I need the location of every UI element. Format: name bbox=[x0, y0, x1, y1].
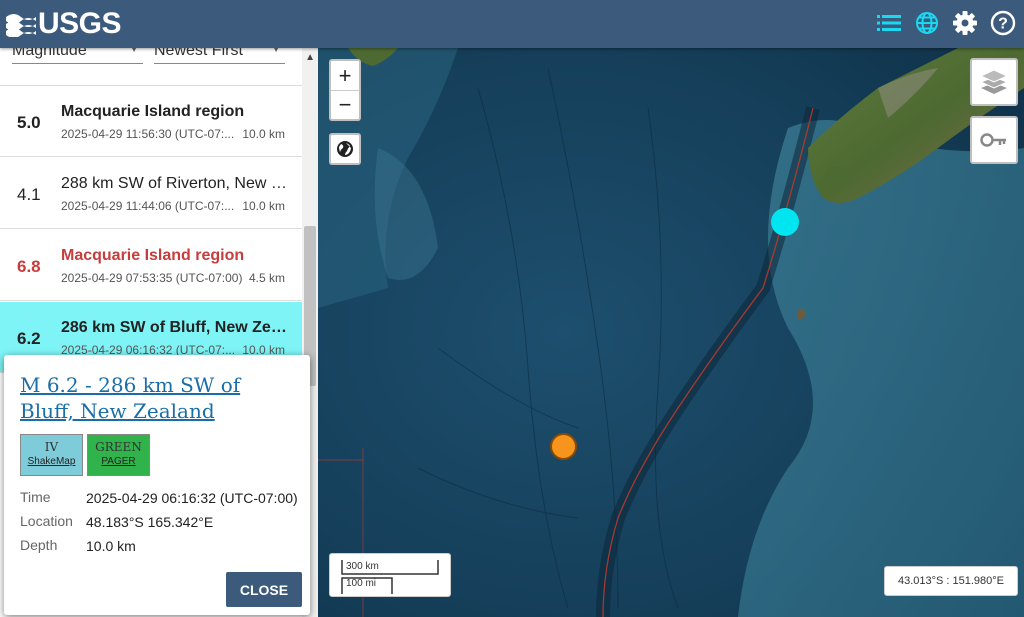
usgs-wave-icon bbox=[6, 14, 36, 37]
sort-controls: Magnitude ▼ Newest First ▼ bbox=[0, 48, 302, 86]
help-icon[interactable]: ? bbox=[988, 8, 1018, 38]
layers-icon bbox=[980, 69, 1008, 94]
depth-value: 10.0 km bbox=[86, 538, 136, 554]
event-time: 2025-04-29 07:53:35 (UTC-07:00) bbox=[61, 271, 243, 285]
time-value: 2025-04-29 06:16:32 (UTC-07:00) bbox=[86, 490, 298, 506]
zoom-in-button[interactable]: + bbox=[331, 61, 359, 90]
event-detail-link[interactable]: M 6.2 - 286 km SW of Bluff, New Zealand bbox=[20, 372, 300, 424]
scroll-up-arrow-icon[interactable]: ▲ bbox=[305, 52, 315, 63]
event-magnitude: 6.2 bbox=[17, 329, 41, 348]
event-magnitude: 6.8 bbox=[17, 257, 41, 276]
legend-key-button[interactable] bbox=[970, 116, 1018, 164]
scale-km: 300 km bbox=[346, 561, 379, 572]
event-title: 288 km SW of Riverton, New Zealand bbox=[61, 175, 289, 192]
cursor-coordinates: 43.013°S : 151.980°E bbox=[884, 566, 1018, 596]
time-label: Time bbox=[20, 489, 51, 505]
event-magnitude: 4.1 bbox=[17, 185, 41, 204]
event-time: 2025-04-29 11:44:06 (UTC-07:... bbox=[61, 199, 235, 213]
pager-badge[interactable]: GREEN PAGER bbox=[87, 434, 150, 476]
location-value: 48.183°S 165.342°E bbox=[86, 514, 214, 530]
event-magnitude: 5.0 bbox=[17, 113, 41, 132]
zoom-controls: + − bbox=[329, 59, 361, 121]
shakemap-value: IV bbox=[44, 440, 59, 454]
chevron-down-icon: ▼ bbox=[129, 48, 139, 55]
sort-order-value: Newest First bbox=[154, 48, 243, 59]
depth-label: Depth bbox=[20, 537, 58, 553]
zoom-out-button[interactable]: − bbox=[331, 90, 359, 119]
event-title: 286 km SW of Bluff, New Zealand bbox=[61, 319, 289, 336]
sort-field-select[interactable]: Magnitude ▼ bbox=[12, 48, 143, 64]
usgs-logo[interactable]: USGS bbox=[6, 7, 122, 41]
close-button[interactable]: CLOSE bbox=[226, 572, 302, 607]
event-row[interactable]: 6.8 Macquarie Island region 2025-04-29 0… bbox=[0, 230, 302, 301]
sort-order-select[interactable]: Newest First ▼ bbox=[154, 48, 285, 64]
globe-icon[interactable] bbox=[912, 8, 942, 38]
event-depth: 10.0 km bbox=[242, 127, 285, 141]
event-row[interactable]: 5.0 Macquarie Island region 2025-04-29 1… bbox=[0, 86, 302, 157]
settings-gear-icon[interactable] bbox=[950, 8, 980, 38]
event-title: Macquarie Island region bbox=[61, 103, 245, 120]
shakemap-label: ShakeMap bbox=[27, 456, 76, 467]
sort-field-value: Magnitude bbox=[12, 48, 87, 59]
location-label: Location bbox=[20, 513, 73, 529]
globe-view-button[interactable] bbox=[329, 133, 361, 165]
svg-text:?: ? bbox=[998, 16, 1008, 33]
key-icon bbox=[980, 133, 1006, 147]
pager-label: PAGER bbox=[101, 456, 136, 467]
selected-event-marker[interactable] bbox=[550, 433, 577, 460]
shakemap-badge[interactable]: IV ShakeMap bbox=[20, 434, 83, 476]
list-icon[interactable] bbox=[874, 8, 904, 38]
event-time: 2025-04-29 11:56:30 (UTC-07:... bbox=[61, 127, 235, 141]
map-scale: 300 km 100 mi bbox=[329, 553, 451, 597]
pager-value: GREEN bbox=[95, 440, 142, 454]
map-view[interactable]: + − 300 km 100 mi 43.013°S : 151.980°E bbox=[318, 48, 1024, 617]
event-row[interactable]: 4.1 288 km SW of Riverton, New Zealand 2… bbox=[0, 158, 302, 229]
chevron-down-icon: ▼ bbox=[271, 48, 281, 55]
event-popup: M 6.2 - 286 km SW of Bluff, New Zealand … bbox=[4, 355, 310, 615]
scale-mi: 100 mi bbox=[346, 578, 377, 589]
logo-text: USGS bbox=[38, 7, 122, 40]
header-bar: USGS ? bbox=[0, 0, 1024, 48]
map-background bbox=[318, 48, 1024, 617]
layers-button[interactable] bbox=[970, 58, 1018, 106]
event-depth: 10.0 km bbox=[242, 199, 285, 213]
event-depth: 4.5 km bbox=[248, 271, 285, 285]
world-icon bbox=[337, 141, 353, 157]
event-title: Macquarie Island region bbox=[61, 247, 245, 264]
recent-event-marker[interactable] bbox=[771, 208, 799, 236]
